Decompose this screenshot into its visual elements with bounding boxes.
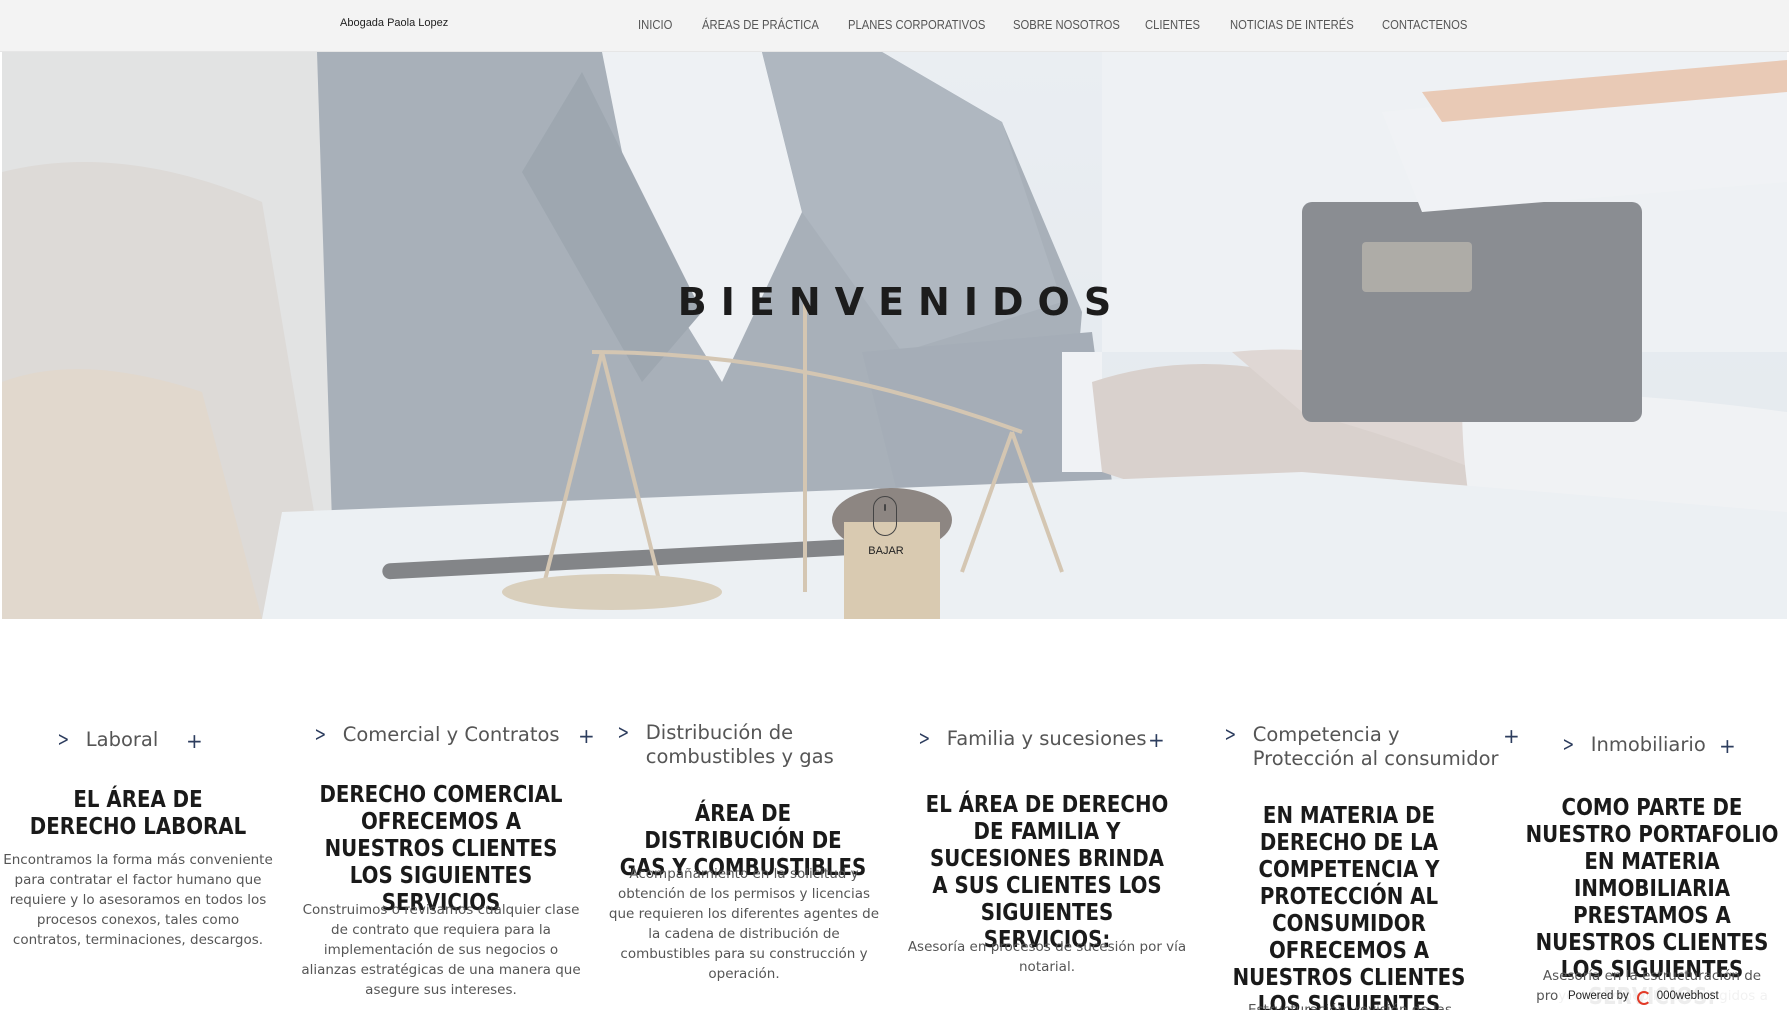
accordion-header-laboral[interactable]: > Laboral [55, 727, 159, 752]
chevron-right-icon: > [314, 722, 327, 746]
chevron-right-icon: > [918, 726, 931, 750]
expand-plus-icon[interactable]: + [1503, 725, 1520, 747]
host-logo-icon [1635, 989, 1653, 1005]
expand-plus-icon[interactable]: + [186, 730, 203, 752]
area-title: EN MATERIA DE DERECHO DE LA COMPETENCIA … [1232, 803, 1466, 1010]
hero-banner: BIENVENIDOS BAJAR [2, 52, 1787, 619]
accordion-header-comercial[interactable]: > Comercial y Contratos [312, 723, 560, 747]
powered-by-badge[interactable]: Powered by 000webhost [1558, 984, 1780, 1008]
brand-name[interactable]: Abogada Paola Lopez [340, 17, 448, 29]
accordion-label: Laboral [85, 728, 159, 751]
powered-by-text: Powered by [1568, 990, 1629, 1002]
expand-plus-icon[interactable]: + [1719, 735, 1736, 757]
accordion-label: Competencia y Protección al consumidor [1252, 723, 1499, 770]
scroll-down-mouse-icon[interactable] [873, 496, 897, 536]
area-title: DERECHO COMERCIAL OFRECEMOS A NUESTROS C… [319, 782, 563, 916]
area-title: EL ÁREA DE DERECHO DE FAMILIA Y SUCESION… [925, 792, 1169, 953]
nav-item-inicio[interactable]: INICIO [638, 18, 672, 32]
area-description: Asesoría en procesos de sucesión por vía… [907, 939, 1187, 975]
accordion-header-inmobiliario[interactable]: > Inmobiliario [1560, 733, 1706, 757]
scroll-down-label[interactable]: BAJAR [862, 545, 910, 557]
area-description: Construimos o revisamos cualquier clase … [301, 902, 581, 998]
top-navbar: Abogada Paola Lopez INICIO ÁREAS DE PRÁC… [0, 0, 1789, 52]
nav-item-contactenos[interactable]: CONTACTENOS [1382, 18, 1467, 32]
accordion-label: Inmobiliario [1590, 733, 1706, 756]
accordion-header-familia[interactable]: > Familia y sucesiones [916, 727, 1147, 751]
hero-title: BIENVENIDOS [677, 280, 1126, 324]
accordion-label: Comercial y Contratos [342, 723, 560, 746]
nav-item-clientes[interactable]: CLIENTES [1145, 18, 1200, 32]
accordion-label: Distribución de combustibles y gas [645, 721, 834, 768]
chevron-right-icon: > [1224, 722, 1237, 746]
expand-plus-icon[interactable]: + [1148, 729, 1165, 751]
chevron-right-icon: > [617, 720, 630, 744]
area-description: Acompañamiento en la solicitud y obtenci… [608, 866, 880, 982]
nav-item-areas-de-practica[interactable]: ÁREAS DE PRÁCTICA [702, 18, 819, 32]
chevron-right-icon: > [1562, 732, 1575, 756]
nav-item-planes-corporativos[interactable]: PLANES CORPORATIVOS [848, 18, 985, 32]
nav-item-sobre-nosotros[interactable]: SOBRE NOSOTROS [1013, 18, 1120, 32]
accordion-header-combustibles[interactable]: > Distribución de combustibles y gas [615, 721, 915, 769]
area-description: Encontramos la forma más conveniente par… [3, 852, 273, 948]
nav-item-noticias-de-interes[interactable]: NOTICIAS DE INTERÉS [1230, 18, 1354, 32]
accordion-header-competencia[interactable]: > Competencia y Protección al consumidor [1222, 723, 1502, 771]
area-title: EL ÁREA DE DERECHO LABORAL [29, 787, 247, 840]
area-description: Estructuración, revisión de las [1247, 1002, 1453, 1010]
host-name: 000webhost [1656, 990, 1719, 1002]
expand-plus-icon[interactable]: + [578, 725, 595, 747]
hero-overlay [2, 52, 1787, 619]
accordion-label: Familia y sucesiones [946, 727, 1147, 750]
chevron-right-icon: > [57, 727, 70, 751]
